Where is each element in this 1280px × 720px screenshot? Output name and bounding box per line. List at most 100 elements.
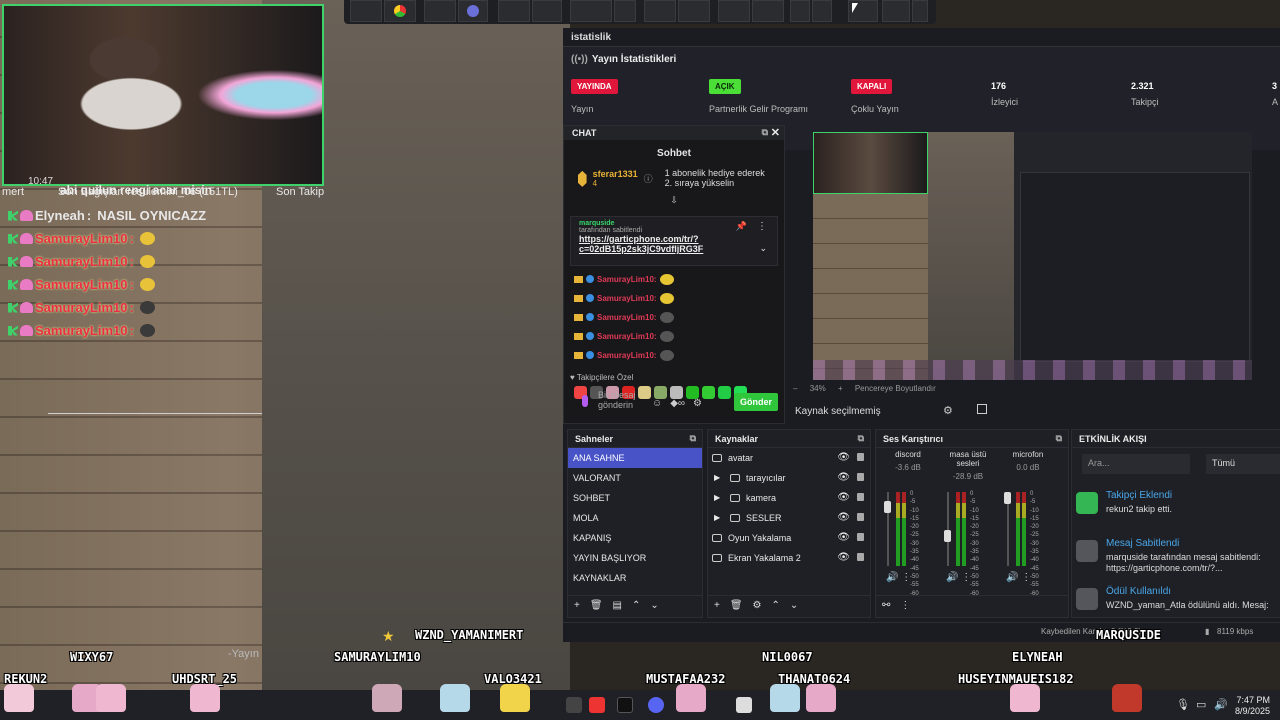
filter-icon[interactable]: ▤ <box>613 600 622 611</box>
volume-icon[interactable]: 🔊 <box>886 572 898 583</box>
source-item[interactable]: avatar 👁 <box>708 448 870 468</box>
chat-user[interactable]: SamurayLim10: <box>597 351 657 360</box>
lock-icon[interactable] <box>857 473 864 481</box>
expand-icon[interactable]: ⇩ <box>564 195 784 206</box>
topbar-slot[interactable] <box>812 0 832 22</box>
topbar-slot[interactable] <box>718 0 750 22</box>
scene-item[interactable]: ANA SAHNE <box>568 448 702 468</box>
pinned-link[interactable]: https://garticphone.com/tr/?c=02dB15p2sk… <box>579 234 769 255</box>
info-icon[interactable]: ⓘ <box>644 172 653 185</box>
topbar-slot[interactable] <box>424 0 456 22</box>
add-icon[interactable]: + <box>574 600 580 611</box>
emote-icon[interactable] <box>718 385 731 399</box>
eye-icon[interactable]: 👁 <box>837 552 850 563</box>
volume-icon[interactable]: 🔊 <box>946 572 958 583</box>
obs-icon[interactable] <box>458 0 488 22</box>
fader-knob[interactable] <box>1004 492 1011 504</box>
fader-knob[interactable] <box>884 500 891 513</box>
expand-arrow-icon[interactable]: ▶ <box>714 473 720 482</box>
chevron-down-icon[interactable]: ⌄ <box>759 243 767 254</box>
more-icon[interactable]: ⋮ <box>1018 572 1031 583</box>
zoom-in-icon[interactable]: + <box>838 384 843 393</box>
float-icon[interactable]: ⧉ <box>1056 433 1062 444</box>
up-icon[interactable]: ⌃ <box>632 600 640 611</box>
source-item[interactable]: Oyun Yakalama 👁 <box>708 528 870 548</box>
eye-icon[interactable]: 👁 <box>837 452 850 463</box>
eye-icon[interactable]: 👁 <box>837 532 850 543</box>
eye-icon[interactable]: 👁 <box>837 512 850 523</box>
more-icon[interactable]: ⋮ <box>757 221 767 232</box>
link-icon[interactable]: ⚯ <box>882 600 890 611</box>
scene-item[interactable]: YAYIN BAŞLIYOR <box>568 548 702 568</box>
topbar-slot[interactable] <box>790 0 810 22</box>
chat-user[interactable]: SamurayLim10: <box>597 332 657 341</box>
bits-icon[interactable]: ◆∞ <box>670 398 685 409</box>
eye-icon[interactable]: 👁 <box>837 472 850 483</box>
more-icon[interactable]: ⋮ <box>958 572 971 583</box>
more-icon[interactable]: ⋮ <box>898 572 911 583</box>
lock-icon[interactable] <box>857 553 864 561</box>
scene-item[interactable]: MOLA <box>568 508 702 528</box>
gear-icon[interactable]: ⚙ <box>943 404 953 417</box>
source-item[interactable]: Ekran Yakalama 2 👁 <box>708 548 870 568</box>
topbar-slot[interactable] <box>614 0 636 22</box>
topbar-slot[interactable] <box>752 0 784 22</box>
source-item[interactable]: ▶ kamera 👁 <box>708 488 870 508</box>
zoom-out-icon[interactable]: – <box>793 384 797 393</box>
trash-icon[interactable]: 🗑 <box>730 600 743 611</box>
up-icon[interactable]: ⌃ <box>772 600 780 611</box>
chat-user[interactable]: SamurayLim10: <box>597 313 657 322</box>
source-item[interactable]: ▶ tarayıcılar 👁 <box>708 468 870 488</box>
scene-item[interactable]: KAPANIŞ <box>568 528 702 548</box>
hype-train-banner[interactable]: sferar1331 4 ⓘ 1 abonelik hediye ederek … <box>564 165 784 193</box>
float-icon[interactable]: ⧉ <box>762 127 768 138</box>
lock-icon[interactable] <box>857 493 864 501</box>
fader-knob[interactable] <box>944 530 951 543</box>
scene-item[interactable]: VALORANT <box>568 468 702 488</box>
topbar-slot[interactable] <box>912 0 928 22</box>
chrome-icon[interactable] <box>384 0 416 22</box>
lock-icon[interactable] <box>857 453 864 461</box>
lock-icon[interactable] <box>857 533 864 541</box>
event-search-input[interactable]: Ara... <box>1082 454 1190 474</box>
mic-icon[interactable] <box>582 395 588 407</box>
source-item[interactable]: ▶ SESLER 👁 <box>708 508 870 528</box>
event-item[interactable]: Takipçi Eklendi rekun2 takip etti. <box>1076 490 1280 526</box>
event-filter-select[interactable]: Tümü <box>1206 454 1280 474</box>
lock-icon[interactable] <box>857 513 864 521</box>
event-item[interactable]: Ödül Kullanıldı WZND_yaman_Atla ödülünü a… <box>1076 586 1280 622</box>
gear-icon[interactable]: ⚙ <box>753 600 762 611</box>
down-icon[interactable]: ⌄ <box>650 600 658 611</box>
emote-icon[interactable] <box>702 385 715 399</box>
program-preview[interactable] <box>813 132 1252 380</box>
expand-arrow-icon[interactable]: ▶ <box>714 513 720 522</box>
event-item[interactable]: Mesaj Sabitlendi marquside tarafından mes… <box>1076 538 1280 574</box>
chat-user[interactable]: SamurayLim10: <box>597 275 657 284</box>
eye-icon[interactable]: 👁 <box>837 492 850 503</box>
volume-icon[interactable]: 🔊 <box>1006 572 1018 583</box>
pin-icon[interactable]: 📌 <box>736 221 747 232</box>
more-icon[interactable]: ⋮ <box>900 600 910 611</box>
volume-fader[interactable] <box>947 492 949 566</box>
emote-icon[interactable] <box>686 385 699 399</box>
topbar-slot[interactable] <box>570 0 612 22</box>
topbar-slot[interactable] <box>678 0 710 22</box>
down-icon[interactable]: ⌄ <box>790 600 798 611</box>
filter-icon[interactable] <box>977 404 987 414</box>
gear-icon[interactable]: ⚙ <box>693 398 702 409</box>
send-button[interactable]: Gönder <box>734 393 778 411</box>
emote-icon[interactable] <box>670 385 683 399</box>
trash-icon[interactable]: 🗑 <box>590 600 603 611</box>
topbar-slot[interactable] <box>882 0 910 22</box>
float-icon[interactable]: ⧉ <box>690 433 696 444</box>
scene-item[interactable]: SOHBET <box>568 488 702 508</box>
float-icon[interactable]: ⧉ <box>858 433 864 444</box>
add-icon[interactable]: + <box>714 600 720 611</box>
chat-user[interactable]: SamurayLim10: <box>597 294 657 303</box>
emoji-icon[interactable]: ☺ <box>652 398 662 409</box>
expand-arrow-icon[interactable]: ▶ <box>714 493 720 502</box>
fit-to-window-button[interactable]: Pencereye Boyutlandır <box>855 384 936 393</box>
topbar-slot[interactable] <box>350 0 382 22</box>
topbar-slot[interactable] <box>498 0 530 22</box>
topbar-slot[interactable] <box>644 0 676 22</box>
